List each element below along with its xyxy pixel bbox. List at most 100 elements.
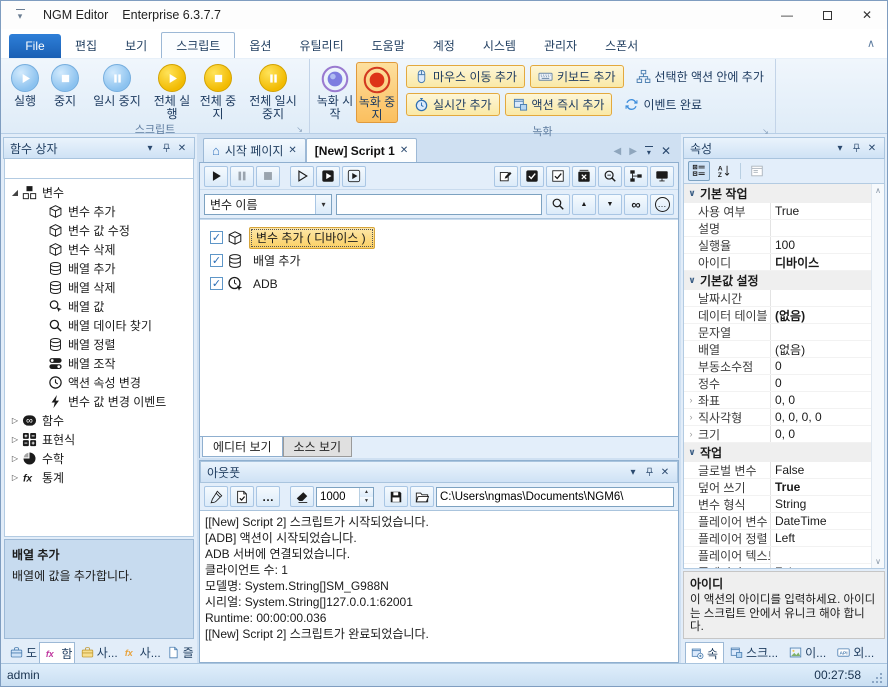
property-value[interactable]: 100 [770, 237, 871, 253]
expander-expanded-icon[interactable]: ◢ [9, 188, 21, 197]
scroll-down-icon[interactable]: ∨ [875, 557, 881, 566]
expander-collapsed-icon[interactable]: ▷ [9, 435, 21, 444]
action-checkbox[interactable]: ✓ [210, 231, 223, 244]
property-row[interactable]: 설명 [684, 220, 871, 237]
tree-item-5[interactable]: 배열 삭제 [5, 278, 193, 297]
dialog-launcher-icon[interactable]: ↘ [762, 127, 769, 136]
property-value[interactable]: 디바이스 [770, 254, 871, 270]
property-category-2[interactable]: ∨ 작업 [684, 443, 871, 462]
property-value[interactable]: String [770, 496, 871, 512]
right-dock-tab-0[interactable]: 속 [685, 642, 725, 663]
close-tab-icon[interactable]: ✕ [288, 145, 296, 156]
tree-item-0[interactable]: ◢ 변수 [5, 183, 193, 202]
record-option-row2-1[interactable]: 액션 즉시 추가 [504, 93, 613, 116]
check-dark-button[interactable] [520, 165, 544, 187]
property-value[interactable]: True [770, 203, 871, 219]
clear-output-button[interactable] [290, 486, 314, 507]
property-row[interactable]: 아이디 디바이스 [684, 254, 871, 271]
spin-up-icon[interactable]: ▲ [360, 487, 373, 497]
expander-collapsed-icon[interactable]: ▷ [9, 416, 21, 425]
property-category-1[interactable]: ∨ 기본값 설정 [684, 271, 871, 290]
monitor-button[interactable] [650, 165, 674, 187]
tree-item-11[interactable]: 변수 값 변경 이벤트 [5, 392, 193, 411]
property-value[interactable] [770, 324, 871, 340]
property-value[interactable]: 0, 0, 0, 0 [770, 409, 871, 425]
property-category-0[interactable]: ∨ 기본 작업 [684, 184, 871, 203]
record-option-row2-2[interactable]: 이벤트 완료 [617, 93, 709, 116]
record-option-row1-2[interactable]: 선택한 액션 안에 추가 [629, 65, 771, 88]
menu-item-3[interactable]: 옵션 [235, 32, 285, 58]
property-row[interactable]: 사용 여부 True [684, 203, 871, 220]
left-dock-tab-0[interactable]: 도 [5, 642, 38, 663]
ribbon-button-0[interactable]: 실행 [5, 61, 45, 108]
log-path-input[interactable] [436, 486, 674, 507]
property-value[interactable] [770, 290, 871, 306]
left-dock-tab-1[interactable]: fx 함 [39, 642, 75, 663]
menu-item-1[interactable]: 보기 [111, 32, 161, 58]
scroll-up-icon[interactable]: ∧ [875, 186, 881, 195]
search-previous-button[interactable]: ▲ [572, 193, 596, 215]
tree-item-1[interactable]: 변수 추가 [5, 202, 193, 221]
categorized-button[interactable] [688, 161, 710, 181]
menu-file-button[interactable]: File [9, 34, 61, 58]
autoscroll-button[interactable] [204, 486, 228, 507]
action-item-2[interactable]: ✓ ADB [210, 272, 678, 295]
row-expander-icon[interactable]: › [684, 412, 698, 422]
tree-item-6[interactable]: 배열 값 [5, 297, 193, 316]
pin-icon[interactable] [848, 143, 864, 154]
property-row[interactable]: 실행율 100 [684, 237, 871, 254]
pin-icon[interactable] [158, 143, 174, 154]
search-field-combo[interactable]: 변수 이름 ▾ [204, 193, 332, 215]
panel-menu-icon[interactable]: ▾ [625, 467, 641, 478]
pause-button[interactable] [230, 165, 254, 187]
dialog-launcher-icon[interactable]: ↘ [296, 125, 303, 134]
panel-menu-icon[interactable]: ▾ [832, 143, 848, 154]
document-tab-0[interactable]: ⌂ 시작 페이지 ✕ [203, 138, 306, 162]
quick-access-icon[interactable]: ▾ [11, 8, 29, 22]
save-log-button[interactable] [384, 486, 408, 507]
run-dark-button[interactable] [316, 165, 340, 187]
close-icon[interactable]: ✕ [174, 143, 190, 154]
tree-item-8[interactable]: 배열 정렬 [5, 335, 193, 354]
property-value[interactable]: False [770, 462, 871, 478]
expander-collapsed-icon[interactable]: ▷ [9, 454, 21, 463]
more-options-button[interactable]: … [650, 193, 674, 215]
property-pages-button[interactable] [746, 161, 768, 181]
property-row[interactable]: 글로벌 변수 False [684, 462, 871, 479]
property-row[interactable]: 배열 (없음) [684, 341, 871, 358]
close-icon[interactable]: ✕ [864, 143, 880, 154]
property-value[interactable]: (없음) [770, 307, 871, 323]
property-value[interactable]: Left [770, 530, 871, 546]
property-row[interactable]: 덮어 쓰기 True [684, 479, 871, 496]
ribbon-button-3[interactable]: 전체 실행 [149, 61, 195, 121]
minimize-button[interactable]: — [767, 1, 807, 29]
property-value[interactable]: False [770, 564, 871, 568]
edit-run-button[interactable] [494, 165, 518, 187]
right-dock-tab-1[interactable]: 스크... [725, 642, 783, 663]
tree-item-3[interactable]: 변수 삭제 [5, 240, 193, 259]
tree-item-15[interactable]: ▷ fx 통계 [5, 468, 193, 487]
close-document-icon[interactable]: ✕ [661, 144, 671, 158]
action-item-1[interactable]: ✓ 배열 추가 [210, 249, 678, 272]
property-value[interactable] [770, 220, 871, 236]
property-row[interactable]: 문자열 [684, 324, 871, 341]
expander-collapsed-icon[interactable]: ▷ [9, 473, 21, 482]
search-button[interactable] [546, 193, 570, 215]
buffer-size-stepper[interactable]: ▲▼ [316, 486, 374, 507]
property-row[interactable]: › 직사각형 0, 0, 0, 0 [684, 409, 871, 426]
property-value[interactable]: DateTime [770, 513, 871, 529]
record-button-0[interactable]: 녹화 시작 [314, 62, 356, 121]
property-row[interactable]: 데이터 테이블 (없음) [684, 307, 871, 324]
output-log[interactable]: [[New] Script 2] 스크립트가 시작되었습니다. [ADB] 액션이… [200, 510, 678, 662]
menu-item-7[interactable]: 시스템 [469, 32, 530, 58]
action-checkbox[interactable]: ✓ [210, 254, 223, 267]
ribbon-button-5[interactable]: 전체 일시 중지 [241, 61, 305, 121]
run-step-button[interactable] [342, 165, 366, 187]
property-row[interactable]: 부동소수점 0 [684, 358, 871, 375]
close-icon[interactable]: ✕ [657, 467, 673, 478]
tree-item-10[interactable]: 액션 속성 변경 [5, 373, 193, 392]
menu-item-0[interactable]: 편집 [61, 32, 111, 58]
left-dock-tab-2[interactable]: 사... [76, 642, 118, 663]
property-row[interactable]: › 좌표 0, 0 [684, 392, 871, 409]
ribbon-collapse-icon[interactable]: ∧ [867, 37, 875, 50]
